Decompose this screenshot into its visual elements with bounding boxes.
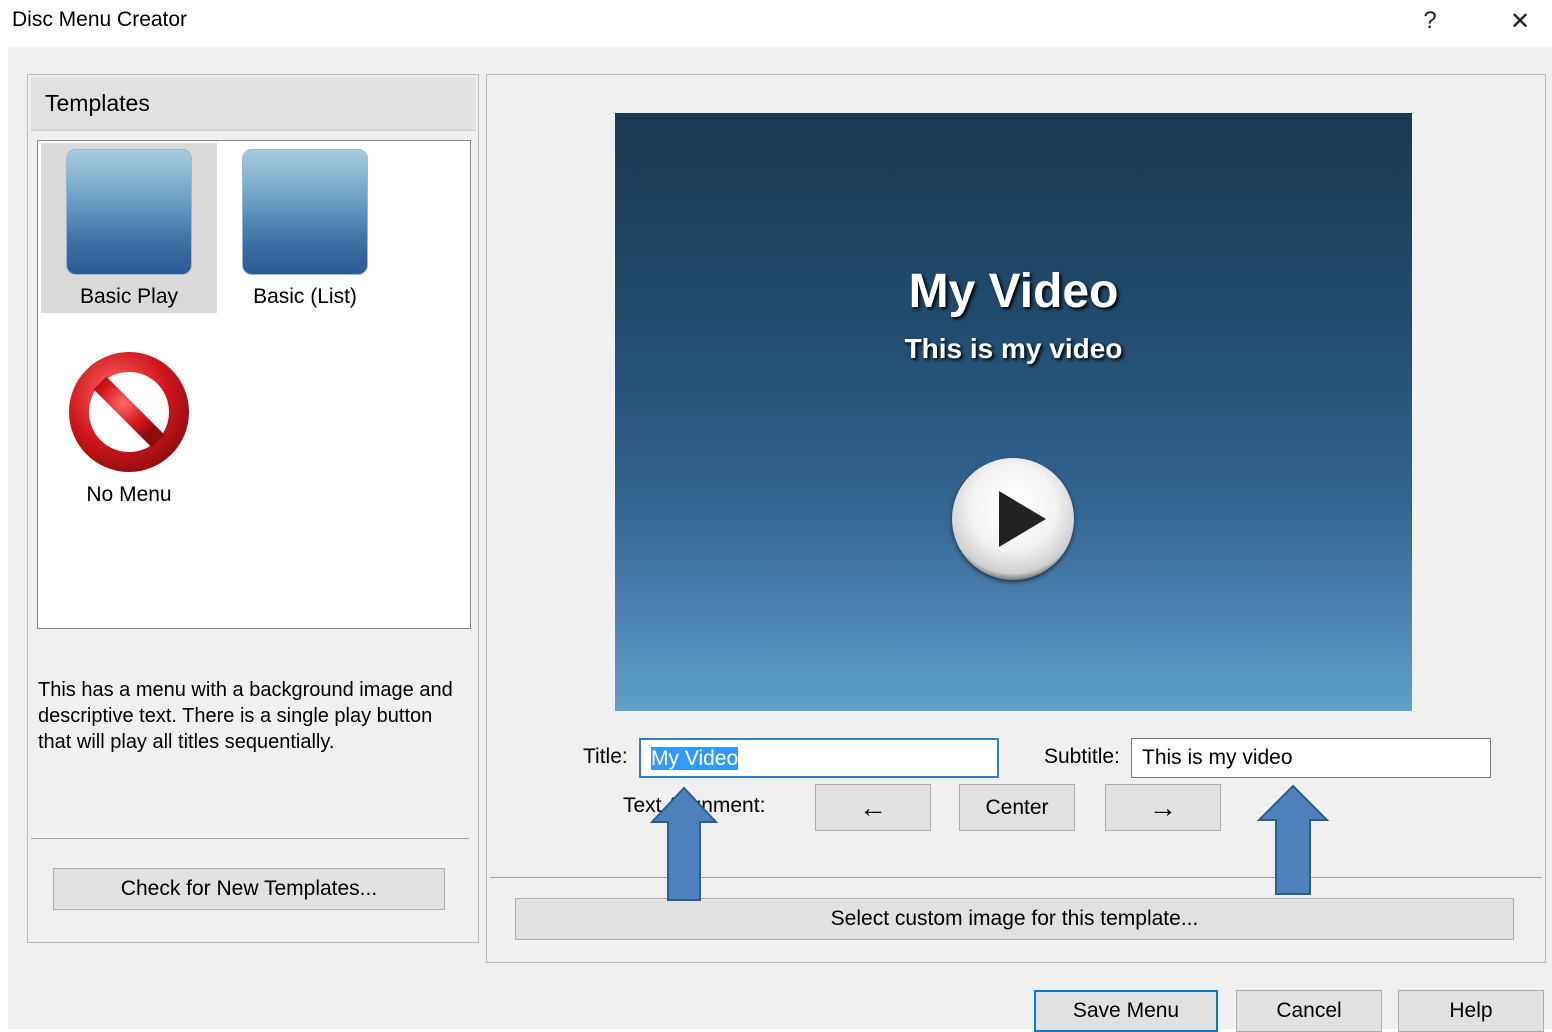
gradient-thumbnail-icon	[66, 149, 192, 275]
template-label: Basic Play	[79, 285, 179, 308]
annotation-arrow-up-icon	[650, 786, 718, 901]
help-button[interactable]: Help	[1398, 990, 1544, 1032]
template-description: This has a menu with a background image …	[38, 679, 453, 753]
title-input[interactable]: My Video	[639, 738, 999, 778]
save-menu-button[interactable]: Save Menu	[1034, 990, 1218, 1032]
align-left-button[interactable]: ←	[815, 784, 931, 831]
gradient-thumbnail-icon	[242, 149, 368, 275]
template-label: No Menu	[86, 483, 172, 506]
help-title-button[interactable]: ?	[1410, 4, 1450, 38]
title-input-value: My Video	[651, 747, 739, 770]
template-basic-play[interactable]: Basic Play	[41, 143, 217, 313]
close-icon[interactable]: ✕	[1500, 4, 1540, 38]
subtitle-input[interactable]: This is my video	[1131, 738, 1491, 778]
align-right-button[interactable]: →	[1105, 784, 1221, 831]
template-no-menu[interactable]: No Menu	[41, 343, 217, 513]
preview-subtitle: This is my video	[904, 333, 1123, 364]
cancel-button[interactable]: Cancel	[1236, 990, 1382, 1032]
window-title: Disc Menu Creator	[12, 8, 188, 31]
template-basic-list[interactable]: Basic (List)	[217, 143, 393, 313]
divider	[31, 838, 469, 839]
align-center-button[interactable]: Center	[959, 784, 1075, 831]
preview-title: My Video	[908, 265, 1119, 318]
annotation-arrow-up-icon	[1257, 784, 1329, 895]
template-label: Basic (List)	[253, 285, 357, 308]
check-new-templates-button[interactable]: Check for New Templates...	[53, 868, 445, 910]
select-custom-image-button[interactable]: Select custom image for this template...	[515, 898, 1514, 940]
templates-header: Templates	[31, 77, 476, 131]
menu-preview	[615, 113, 1412, 711]
play-triangle-icon	[999, 491, 1046, 547]
no-menu-icon	[69, 352, 189, 472]
divider	[490, 877, 1542, 878]
subtitle-label: Subtitle:	[1044, 745, 1120, 768]
title-label: Title:	[583, 745, 628, 768]
